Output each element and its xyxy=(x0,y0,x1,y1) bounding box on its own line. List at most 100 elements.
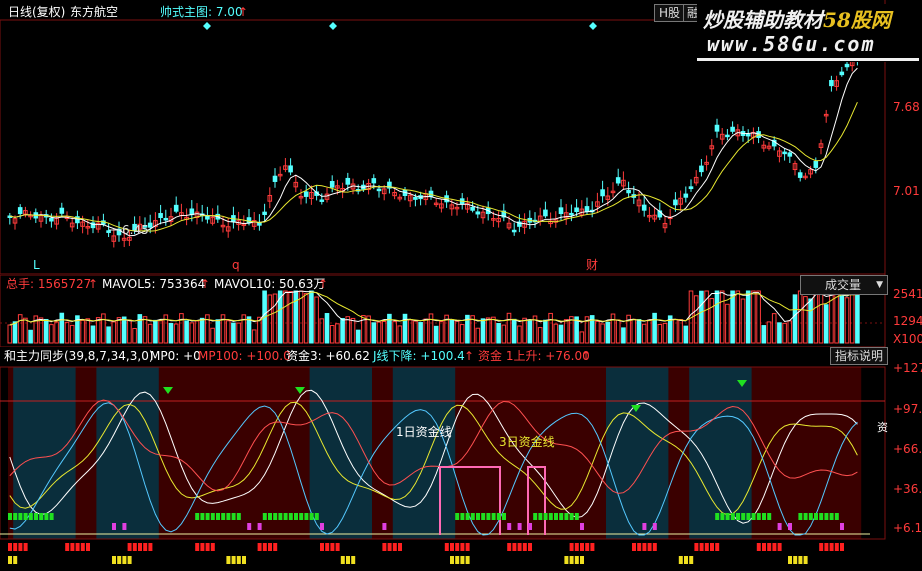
annotation-1day-fund-line: 1日资金线 xyxy=(396,425,452,439)
signal-square-red xyxy=(200,543,205,551)
indicator-help-button[interactable]: 指标说明 xyxy=(830,347,889,365)
signal-square-red xyxy=(70,543,75,551)
candle-body xyxy=(782,151,787,155)
indicator-background-band xyxy=(403,367,409,539)
indicator-background-band xyxy=(70,367,76,539)
signal-square-green xyxy=(538,513,543,520)
indicator-background-band xyxy=(642,367,648,539)
volume-bar xyxy=(459,324,465,344)
signal-square-red xyxy=(86,543,90,551)
volume-bar xyxy=(64,321,70,344)
signal-square-green xyxy=(756,513,761,520)
indicator-background-band xyxy=(356,367,362,539)
indicator-background-band xyxy=(450,367,456,539)
candle-body xyxy=(600,189,605,197)
indicator-background-band xyxy=(840,367,846,539)
signal-square-green xyxy=(294,513,298,520)
volume-bar xyxy=(751,290,756,344)
volume-bar xyxy=(324,313,330,344)
signal-square-green xyxy=(49,513,54,520)
marker-label: 财 xyxy=(586,258,599,272)
volume-bar xyxy=(818,290,824,344)
h-share-button[interactable]: H股 xyxy=(654,4,686,22)
indicator-panel[interactable]: 和主力同步(39,8,7,34,3,0) MP0: +0 MP100: +100… xyxy=(0,347,922,571)
indicator-selector[interactable]: 成交量 ▼ xyxy=(800,275,888,295)
signal-square-green xyxy=(18,513,23,520)
signal-square-yellow xyxy=(455,556,460,564)
volume-bar xyxy=(709,298,715,344)
signal-square-yellow xyxy=(8,556,12,564)
candle-body xyxy=(683,193,689,198)
volume-bar xyxy=(771,313,777,344)
signal-square-red xyxy=(710,543,714,551)
volume-bar xyxy=(43,318,49,344)
signal-square-red xyxy=(522,543,527,551)
volume-bar xyxy=(54,321,59,344)
candle-body xyxy=(262,211,267,215)
signal-square-green xyxy=(533,513,538,520)
signal-square-red xyxy=(455,543,460,551)
indicator-axis-label: +66.9 xyxy=(893,442,922,456)
price-chart-panel[interactable]: 日线(复权) 东方航空 帅式主图: 7.00 ↑ H股 融 7.68 7.01 … xyxy=(0,0,922,275)
signal-square-yellow xyxy=(460,556,465,564)
volume-bar xyxy=(725,303,730,344)
signal-square-green xyxy=(288,513,293,520)
signal-square-red xyxy=(127,543,132,551)
volume-bar xyxy=(293,290,299,344)
signal-square-green xyxy=(715,513,720,520)
volume-bar xyxy=(340,318,345,344)
volume-bar xyxy=(246,316,252,344)
signal-square-green xyxy=(221,513,226,520)
signal-square-yellow xyxy=(226,556,231,564)
candle-body xyxy=(329,181,335,188)
signal-square-green xyxy=(741,513,746,520)
volume-bar xyxy=(116,317,122,344)
volume-bar xyxy=(808,298,813,344)
volume-axis-label: 2541 xyxy=(893,287,922,301)
signal-square-green xyxy=(496,513,501,520)
volume-bar xyxy=(402,313,408,344)
indicator-background-band xyxy=(127,367,134,539)
indicator-background-band xyxy=(377,367,383,539)
candle-body xyxy=(673,199,678,206)
indicator-background-band xyxy=(600,367,607,539)
volume-bar xyxy=(641,323,647,344)
volume-bar xyxy=(553,323,559,344)
candle-body xyxy=(189,208,195,216)
candle-body xyxy=(584,206,590,212)
volume-bar xyxy=(647,319,652,344)
mavol10-label: MAVOL10: 50.63万 xyxy=(214,277,326,291)
volume-bar xyxy=(823,304,829,344)
volume-bar xyxy=(199,317,205,344)
volume-bar xyxy=(381,320,387,344)
volume-bar xyxy=(184,320,189,344)
signal-square-green xyxy=(236,513,241,520)
signal-square-green xyxy=(195,513,200,520)
indicator-background-band xyxy=(398,367,404,539)
volume-bar xyxy=(636,319,642,344)
signal-square-red xyxy=(23,543,28,551)
signal-square-green xyxy=(273,513,278,520)
signal-square-magenta xyxy=(122,523,127,530)
signal-square-red xyxy=(777,543,782,551)
indicator-chart-canvas[interactable] xyxy=(0,347,922,571)
volume-bar xyxy=(543,319,548,344)
volume-panel[interactable]: 总手: 1565727 ↑ MAVOL5: 753364 ↑ MAVOL10: … xyxy=(0,275,922,347)
signal-square-red xyxy=(320,543,324,551)
volume-bar xyxy=(527,320,533,344)
signal-square-magenta xyxy=(777,523,782,530)
signal-square-magenta xyxy=(247,523,252,530)
volume-bar xyxy=(766,321,772,344)
volume-bar xyxy=(314,296,319,344)
indicator-axis-label: +36.5 xyxy=(893,482,922,496)
volume-bar xyxy=(496,323,501,344)
volume-bar xyxy=(345,316,351,344)
signal-square-magenta xyxy=(788,523,792,530)
volume-bar xyxy=(522,317,527,344)
candle-body xyxy=(787,152,793,157)
signal-square-red xyxy=(528,543,532,551)
signal-square-green xyxy=(751,513,756,520)
indicator-background-band xyxy=(845,367,851,539)
volume-bar xyxy=(740,298,746,344)
signal-square-yellow xyxy=(340,556,345,564)
